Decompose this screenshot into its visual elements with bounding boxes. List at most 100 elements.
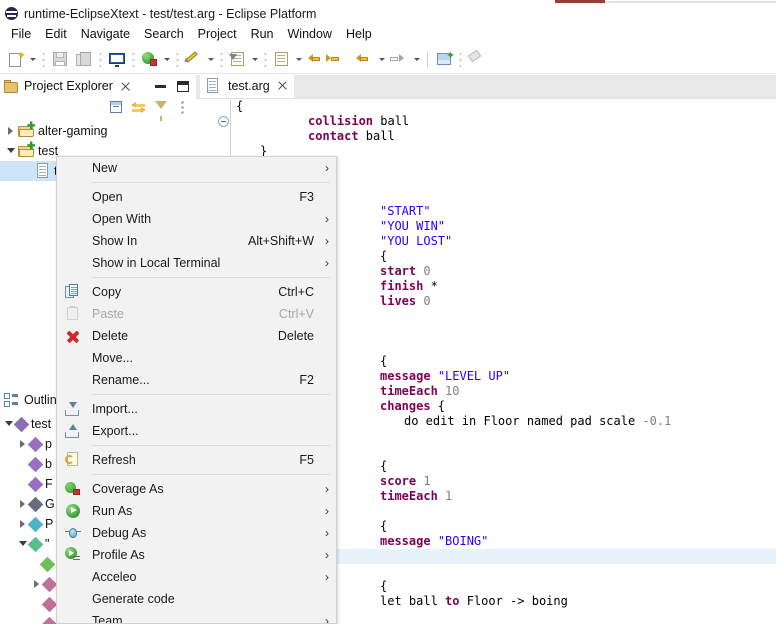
- menu-item-label: Debug As: [92, 526, 147, 540]
- menu-item-acceleo[interactable]: Acceleo ›: [57, 566, 336, 588]
- menu-file[interactable]: File: [4, 25, 38, 43]
- pencil-icon[interactable]: [182, 48, 205, 70]
- forward-arrow-icon[interactable]: [326, 48, 352, 70]
- outline-item-label: ": [45, 537, 50, 551]
- menu-project[interactable]: Project: [191, 25, 244, 43]
- menu-item-open-with[interactable]: Open With ›: [57, 208, 336, 230]
- menu-item-label: Export...: [92, 424, 139, 438]
- menu-item-copy[interactable]: Copy Ctrl+C: [57, 281, 336, 303]
- toolbar-handle: [458, 49, 463, 68]
- menu-item-label: Team: [92, 614, 123, 624]
- menu-item-accelerator: F5: [299, 453, 314, 467]
- menu-item-label: Refresh: [92, 453, 136, 467]
- tab-project-explorer[interactable]: Project Explorer: [0, 75, 137, 99]
- menu-edit[interactable]: Edit: [38, 25, 74, 43]
- menu-search[interactable]: Search: [137, 25, 191, 43]
- menu-item-import[interactable]: Import...: [57, 398, 336, 420]
- filter-icon[interactable]: [150, 97, 172, 121]
- menu-navigate[interactable]: Navigate: [74, 25, 137, 43]
- chevron-down-icon[interactable]: [28, 48, 39, 70]
- menu-item-refresh[interactable]: Refresh F5: [57, 449, 336, 471]
- menu-item-run-as[interactable]: Run As ›: [57, 500, 336, 522]
- menu-run[interactable]: Run: [244, 25, 281, 43]
- code-token: ball: [358, 129, 395, 143]
- menu-item-team[interactable]: Team ›: [57, 610, 336, 624]
- tree-item-alter-gaming[interactable]: ✚ alter-gaming: [0, 121, 196, 141]
- link-editor-icon[interactable]: [128, 97, 150, 117]
- menu-item-move[interactable]: Move...: [57, 347, 336, 369]
- eraser-icon[interactable]: [466, 48, 488, 70]
- menu-item-label: Rename...: [92, 373, 150, 387]
- tree-item-label: alter-gaming: [38, 124, 108, 138]
- minimize-icon[interactable]: [150, 77, 172, 97]
- menu-item-delete[interactable]: Delete Delete: [57, 325, 336, 347]
- chevron-down-icon[interactable]: [206, 48, 217, 70]
- menu-help[interactable]: Help: [339, 25, 379, 43]
- next-annotation-icon[interactable]: [271, 48, 293, 70]
- menu-item-coverage-as[interactable]: Coverage As ›: [57, 478, 336, 500]
- view-menu-icon[interactable]: [172, 97, 194, 117]
- close-icon[interactable]: [120, 81, 131, 92]
- submenu-arrow-icon: ›: [325, 614, 329, 624]
- menu-item-label: Profile As: [92, 548, 145, 562]
- code-token: collision: [308, 114, 374, 128]
- menu-item-generate-code[interactable]: Generate code: [57, 588, 336, 610]
- project-explorer-tabrow: Project Explorer: [0, 75, 196, 99]
- menu-item-export[interactable]: Export...: [57, 420, 336, 442]
- chevron-down-icon[interactable]: [162, 48, 173, 70]
- menu-item-show-in[interactable]: Show In Alt+Shift+W ›: [57, 230, 336, 252]
- chevron-down-icon[interactable]: [294, 48, 305, 70]
- code-token: {: [380, 249, 388, 263]
- code-line: do edit in Floor named pad scale -0.1: [404, 414, 671, 429]
- chevron-down-icon[interactable]: [250, 48, 261, 70]
- back-arrow-icon[interactable]: [306, 48, 328, 70]
- outline-item-label: p: [45, 437, 52, 451]
- outline-node-icon: [41, 596, 58, 612]
- tab-test-arg[interactable]: test.arg: [200, 75, 294, 98]
- code-token: "START": [380, 204, 431, 218]
- outline-node-icon: [27, 456, 44, 472]
- menu-item-open[interactable]: Open F3: [57, 186, 336, 208]
- outline-icon: [4, 393, 19, 407]
- chevron-right-icon[interactable]: [4, 121, 18, 141]
- chevron-down-icon[interactable]: [4, 141, 18, 161]
- forward-arrow-icon[interactable]: [389, 48, 411, 70]
- save-icon[interactable]: [49, 48, 71, 70]
- code-line: timeEach 1: [380, 489, 452, 504]
- code-token: 10: [445, 384, 460, 398]
- code-token: "LEVEL UP": [437, 369, 511, 383]
- outline-node-icon: [27, 536, 44, 552]
- outline-node-icon: [39, 556, 56, 572]
- eclipse-logo-icon: [5, 7, 18, 20]
- menu-item-debug-as[interactable]: Debug As ›: [57, 522, 336, 544]
- new-file-icon[interactable]: ✦: [5, 48, 27, 70]
- context-menu[interactable]: New › Open F3 Open With › Show In Alt+Shift+W › S…: [56, 156, 337, 624]
- close-icon[interactable]: [277, 80, 288, 91]
- coverage-icon[interactable]: [139, 48, 161, 70]
- debug-icon: [65, 525, 81, 541]
- menu-item-profile-as[interactable]: Profile As ›: [57, 544, 336, 566]
- back-arrow-icon[interactable]: [354, 48, 376, 70]
- menu-window[interactable]: Window: [281, 25, 339, 43]
- maximize-icon[interactable]: [172, 77, 194, 97]
- menu-item-show-in-local-terminal[interactable]: Show in Local Terminal ›: [57, 252, 336, 274]
- submenu-arrow-icon: ›: [325, 161, 329, 175]
- chevron-down-icon[interactable]: [412, 48, 423, 70]
- external-tools-icon[interactable]: [227, 48, 249, 70]
- toolbar-handle: [219, 49, 224, 68]
- code-token: 0: [423, 294, 431, 308]
- collapse-all-icon[interactable]: [106, 97, 128, 117]
- fold-collapse-icon[interactable]: [218, 116, 229, 127]
- menu-item-label: Copy: [92, 285, 122, 299]
- code-line: {: [236, 99, 243, 114]
- code-line: {: [380, 354, 387, 369]
- save-all-icon[interactable]: [73, 48, 95, 70]
- menu-item-new[interactable]: New ›: [57, 157, 336, 179]
- console-icon[interactable]: [106, 48, 128, 70]
- menu-item-rename[interactable]: Rename... F2: [57, 369, 336, 391]
- image-icon[interactable]: ✦: [433, 48, 455, 70]
- code-token: finish: [380, 279, 424, 293]
- code-line: finish *: [380, 279, 438, 294]
- chevron-down-icon[interactable]: [377, 48, 388, 70]
